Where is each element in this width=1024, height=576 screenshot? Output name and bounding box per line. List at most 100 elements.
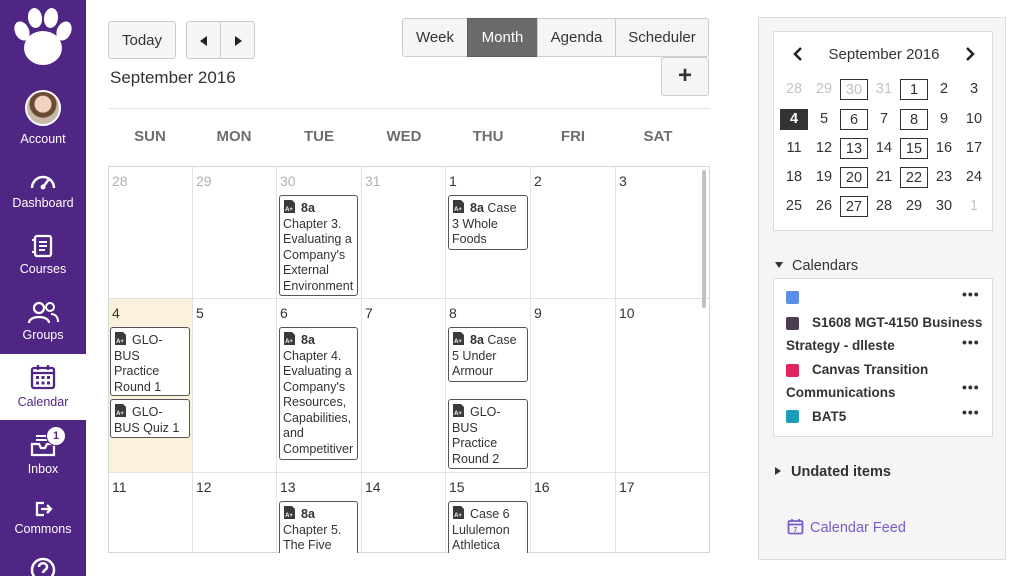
assignment-icon: A+ [283, 199, 296, 214]
day-cell[interactable]: 31 [362, 167, 446, 299]
mini-calendar-day[interactable]: 31 [870, 79, 898, 100]
mini-calendar-day[interactable]: 2 [930, 79, 958, 100]
mini-calendar-day[interactable]: 5 [810, 109, 838, 130]
day-cell[interactable]: 28 [109, 167, 193, 299]
assignment-icon: A+ [452, 505, 465, 520]
day-cell[interactable]: 17 [616, 473, 709, 552]
undated-items-toggle[interactable]: Undated items [775, 464, 891, 480]
mini-calendar-day[interactable]: 30 [930, 196, 958, 217]
mini-calendar-day[interactable]: 10 [960, 109, 988, 130]
mini-calendar-day[interactable]: 29 [810, 79, 838, 100]
mini-calendar-day[interactable]: 11 [780, 138, 808, 159]
mini-calendar-day[interactable]: 1 [960, 196, 988, 217]
mini-calendar-day[interactable]: 27 [840, 196, 868, 217]
mini-calendar-day[interactable]: 7 [870, 109, 898, 130]
mini-calendar-day[interactable]: 25 [780, 196, 808, 217]
mini-calendar-day[interactable]: 12 [810, 138, 838, 159]
weekday-header: TUE [304, 128, 334, 145]
global-nav: Account Dashboard Courses Groups Calenda… [0, 0, 86, 576]
mini-calendar-day[interactable]: 1 [900, 79, 928, 100]
paw-logo-icon[interactable] [8, 4, 78, 74]
mini-calendar-day[interactable]: 14 [870, 138, 898, 159]
day-cell[interactable]: 14 [362, 473, 446, 552]
mini-calendar-day[interactable]: 29 [900, 196, 928, 217]
mini-calendar-day[interactable]: 23 [930, 167, 958, 188]
mini-calendar-day[interactable]: 13 [840, 138, 868, 159]
next-month-button[interactable] [220, 21, 255, 59]
mini-calendar-day[interactable]: 20 [840, 167, 868, 188]
nav-commons[interactable]: Commons [0, 500, 86, 536]
inbox-badge: 1 [46, 426, 66, 446]
svg-text:A+: A+ [454, 339, 462, 345]
event-chapter-5[interactable]: A+ 8a Chapter 5. The Five [279, 501, 358, 553]
nav-groups[interactable]: Groups [0, 300, 86, 342]
mini-calendar-day[interactable]: 26 [810, 196, 838, 217]
svg-text:A+: A+ [454, 411, 462, 417]
mini-calendar-day[interactable]: 22 [900, 167, 928, 188]
today-button[interactable]: Today [108, 21, 176, 59]
mini-calendar-day[interactable]: 8 [900, 109, 928, 130]
day-cell[interactable]: 16 [531, 473, 616, 552]
day-number: 10 [619, 305, 635, 321]
mini-calendar-day[interactable]: 17 [960, 138, 988, 159]
mini-calendar-day[interactable]: 15 [900, 138, 928, 159]
nav-inbox[interactable]: 1 Inbox [0, 426, 86, 476]
calendar-swatch[interactable] [786, 364, 799, 377]
mini-calendar-day[interactable]: 4 [780, 109, 808, 130]
event-globus-practice-2[interactable]: A+ GLO-BUS Practice Round 2 [448, 399, 528, 469]
view-month-tab[interactable]: Month [467, 18, 538, 57]
view-week-tab[interactable]: Week [402, 18, 468, 57]
add-event-button[interactable]: + [661, 57, 709, 96]
calendar-swatch[interactable] [786, 410, 799, 423]
event-case-5[interactable]: A+ 8a Case 5 Under Armour [448, 327, 528, 382]
view-agenda-tab[interactable]: Agenda [537, 18, 616, 57]
calendar-options-icon[interactable]: ••• [962, 286, 980, 302]
help-icon[interactable] [29, 556, 57, 576]
day-cell[interactable]: 5 [193, 299, 277, 473]
event-chapter-4[interactable]: A+ 8a Chapter 4. Evaluating a Company's R… [279, 327, 358, 460]
event-globus-quiz-1[interactable]: A+ GLO-BUS Quiz 1 [110, 399, 190, 438]
day-cell[interactable]: 9 [531, 299, 616, 473]
day-cell[interactable]: 10 [616, 299, 709, 473]
mini-calendar-day[interactable]: 3 [960, 79, 988, 100]
nav-calendar[interactable]: Calendar [0, 354, 86, 420]
calendar-swatch[interactable] [786, 291, 799, 304]
month-grid: 28 29 30 31 1 2 3 4 5 6 7 8 9 10 11 12 13 14 15 16 17 [108, 166, 710, 553]
calendar-feed-link[interactable]: 7 Calendar Feed [787, 518, 906, 536]
calendar-options-icon[interactable]: ••• [962, 379, 980, 395]
event-globus-practice-1[interactable]: A+ GLO-BUS Practice Round 1 [110, 327, 190, 396]
nav-dashboard[interactable]: Dashboard [0, 170, 86, 210]
nav-account[interactable]: Account [0, 90, 86, 146]
day-cell[interactable]: 12 [193, 473, 277, 552]
groups-icon [27, 301, 59, 324]
mini-calendar-day[interactable]: 18 [780, 167, 808, 188]
view-scheduler-tab[interactable]: Scheduler [615, 18, 709, 57]
day-cell[interactable]: 11 [109, 473, 193, 552]
mini-calendar-day[interactable]: 16 [930, 138, 958, 159]
day-cell[interactable]: 3 [616, 167, 709, 299]
event-chapter-3[interactable]: A+ 8a Chapter 3. Evaluating a Company's E… [279, 195, 358, 296]
day-number: 9 [534, 305, 542, 321]
day-cell[interactable]: 29 [193, 167, 277, 299]
day-cell[interactable]: 7 [362, 299, 446, 473]
calendar-options-icon[interactable]: ••• [962, 404, 980, 420]
event-case-6[interactable]: A+ Case 6 Lululemon Athletica [448, 501, 528, 553]
day-cell[interactable]: 2 [531, 167, 616, 299]
mini-calendar-day[interactable]: 6 [840, 109, 868, 130]
grid-scrollbar[interactable] [702, 170, 706, 308]
prev-month-button[interactable] [186, 21, 221, 59]
calendar-swatch[interactable] [786, 317, 799, 330]
mini-calendar-day[interactable]: 9 [930, 109, 958, 130]
mini-calendar-day[interactable]: 30 [840, 79, 868, 100]
nav-courses[interactable]: Courses [0, 234, 86, 276]
calendar-options-icon[interactable]: ••• [962, 334, 980, 350]
mini-calendar-day[interactable]: 28 [870, 196, 898, 217]
mini-calendar-day[interactable]: 28 [780, 79, 808, 100]
assignment-icon: A+ [114, 403, 127, 418]
mini-calendar-day[interactable]: 21 [870, 167, 898, 188]
mini-calendar-day[interactable]: 24 [960, 167, 988, 188]
mini-next-icon[interactable] [960, 44, 980, 64]
mini-calendar-day[interactable]: 19 [810, 167, 838, 188]
event-case-3[interactable]: A+ 8a Case 3 Whole Foods [448, 195, 528, 250]
calendars-heading[interactable]: Calendars [775, 258, 858, 274]
